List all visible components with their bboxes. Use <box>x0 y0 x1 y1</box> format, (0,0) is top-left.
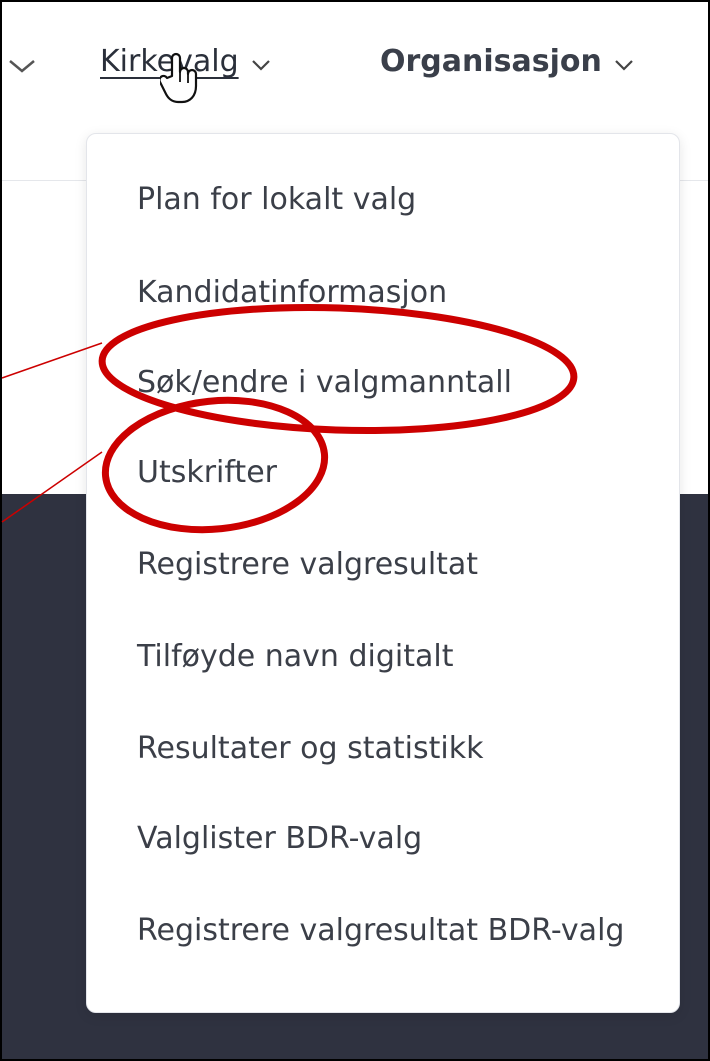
nav-organisasjon-label[interactable]: Organisasjon <box>380 44 602 79</box>
menu-item-tilfoyde-navn-digitalt[interactable]: Tilføyde navn digitalt <box>137 629 657 685</box>
menu-item-kandidatinformasjon[interactable]: Kandidatinformasjon <box>137 265 657 321</box>
nav-organisasjon[interactable]: Organisasjon <box>380 44 634 79</box>
menu-item-valglister-bdr-valg[interactable]: Valglister BDR-valg <box>137 811 657 867</box>
chevron-down-icon[interactable] <box>614 44 634 79</box>
menu-item-utskrifter[interactable]: Utskrifter <box>137 445 657 501</box>
menu-item-resultater-og-statistikk[interactable]: Resultater og statistikk <box>137 721 657 777</box>
chevron-down-icon[interactable] <box>8 58 36 78</box>
menu-item-sok-endre-valgmanntall[interactable]: Søk/endre i valgmanntall <box>137 355 657 411</box>
menu-item-plan-for-lokalt-valg[interactable]: Plan for lokalt valg <box>137 172 657 228</box>
chevron-down-icon[interactable] <box>251 44 271 79</box>
hand-cursor-icon <box>158 50 200 110</box>
kirkevalg-dropdown-menu: Plan for lokalt valg Kandidatinformasjon… <box>86 133 680 1013</box>
menu-item-registrere-valgresultat[interactable]: Registrere valgresultat <box>137 537 657 593</box>
menu-item-registrere-valgresultat-bdr-valg[interactable]: Registrere valgresultat BDR-valg <box>137 903 657 959</box>
